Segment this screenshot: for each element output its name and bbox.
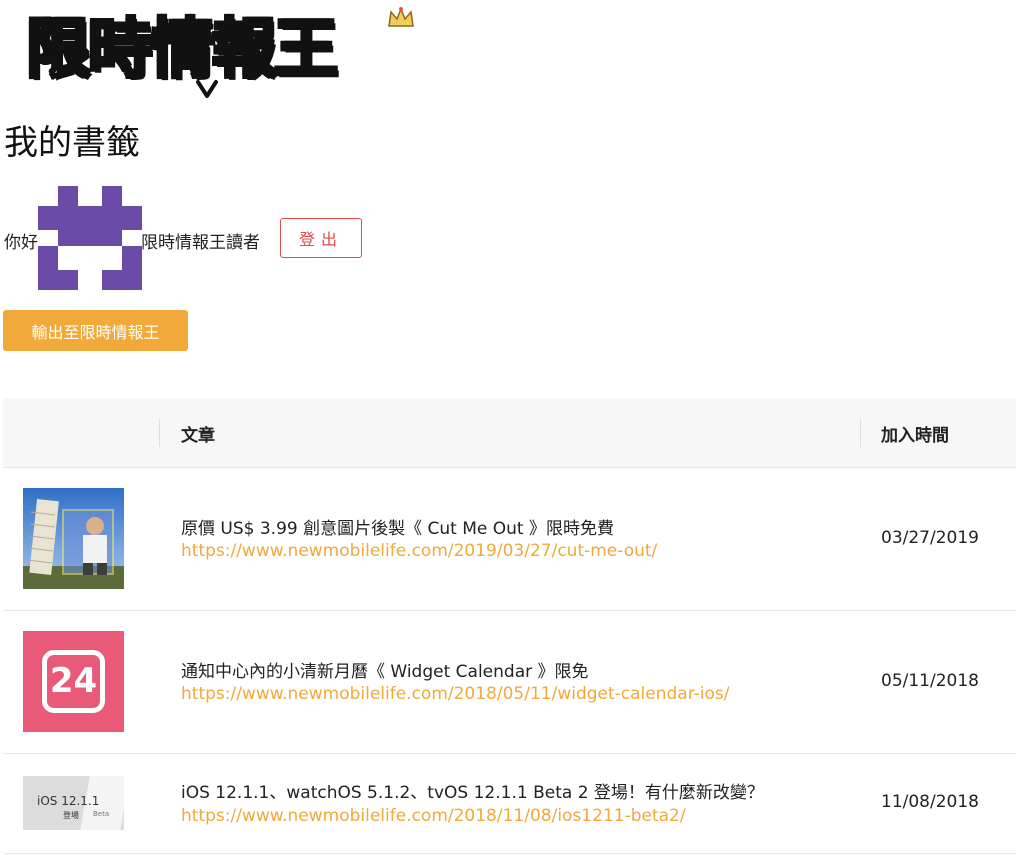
page-title: 我的書籤 <box>4 123 140 163</box>
added-date: 03/27/2019 <box>881 528 979 548</box>
article-link[interactable]: https://www.newmobilelife.com/2018/05/11… <box>181 684 729 704</box>
thumb-ios-label: iOS 12.1.1 <box>37 794 100 808</box>
header-added-time: 加入時間 <box>881 425 949 446</box>
article-link[interactable]: https://www.newmobilelife.com/2019/03/27… <box>181 541 657 561</box>
header-article: 文章 <box>181 425 215 446</box>
greeting-username: 限時情報王讀者 <box>141 233 260 253</box>
thumb-subtext: 登場 <box>63 811 79 820</box>
logout-button[interactable]: 登出 <box>280 218 362 258</box>
header-divider <box>860 419 861 447</box>
greeting-prefix: 你好 <box>4 233 38 253</box>
thumbnail-image <box>23 488 124 589</box>
bookmarks-table: 文章 加入時間 原價 US$ 3.99 創意圖片後製《 Cut Me Out 》… <box>3 398 1016 854</box>
article-title[interactable]: iOS 12.1.1、watchOS 5.1.2、tvOS 12.1.1 Bet… <box>181 778 764 803</box>
article-title[interactable]: 原價 US$ 3.99 創意圖片後製《 Cut Me Out 》限時免費 <box>181 514 614 539</box>
table-header: 文章 加入時間 <box>3 398 1016 468</box>
calendar-24-icon[interactable]: 24 <box>23 631 124 732</box>
avatar <box>38 186 142 290</box>
leaning-tower-photo[interactable] <box>23 488 124 589</box>
thumb-beta: Beta <box>93 810 110 818</box>
table-row: 原價 US$ 3.99 創意圖片後製《 Cut Me Out 》限時免費 htt… <box>3 468 1016 611</box>
user-greeting: 你好 限時情報王讀者 登出 <box>4 186 704 292</box>
ios-release-photo[interactable]: iOS 12.1.1 登場 Beta <box>23 776 124 830</box>
crown-icon <box>388 6 414 27</box>
added-date: 05/11/2018 <box>881 671 979 691</box>
logo-text: 限時情報王 <box>25 12 340 89</box>
site-logo[interactable]: 限時情報王 <box>22 6 414 98</box>
article-link[interactable]: https://www.newmobilelife.com/2018/11/08… <box>181 806 686 826</box>
calendar-day-number: 24 <box>49 661 98 701</box>
header-divider <box>159 419 160 447</box>
table-row: iOS 12.1.1 登場 Beta iOS 12.1.1、watchOS 5.… <box>3 754 1016 854</box>
export-button[interactable]: 輸出至限時情報王 <box>3 310 188 351</box>
article-title[interactable]: 通知中心內的小清新月曆《 Widget Calendar 》限免 <box>181 657 589 682</box>
added-date: 11/08/2018 <box>881 792 979 812</box>
table-row: 24 通知中心內的小清新月曆《 Widget Calendar 》限免 http… <box>3 611 1016 754</box>
arrow-down-icon <box>196 80 218 98</box>
